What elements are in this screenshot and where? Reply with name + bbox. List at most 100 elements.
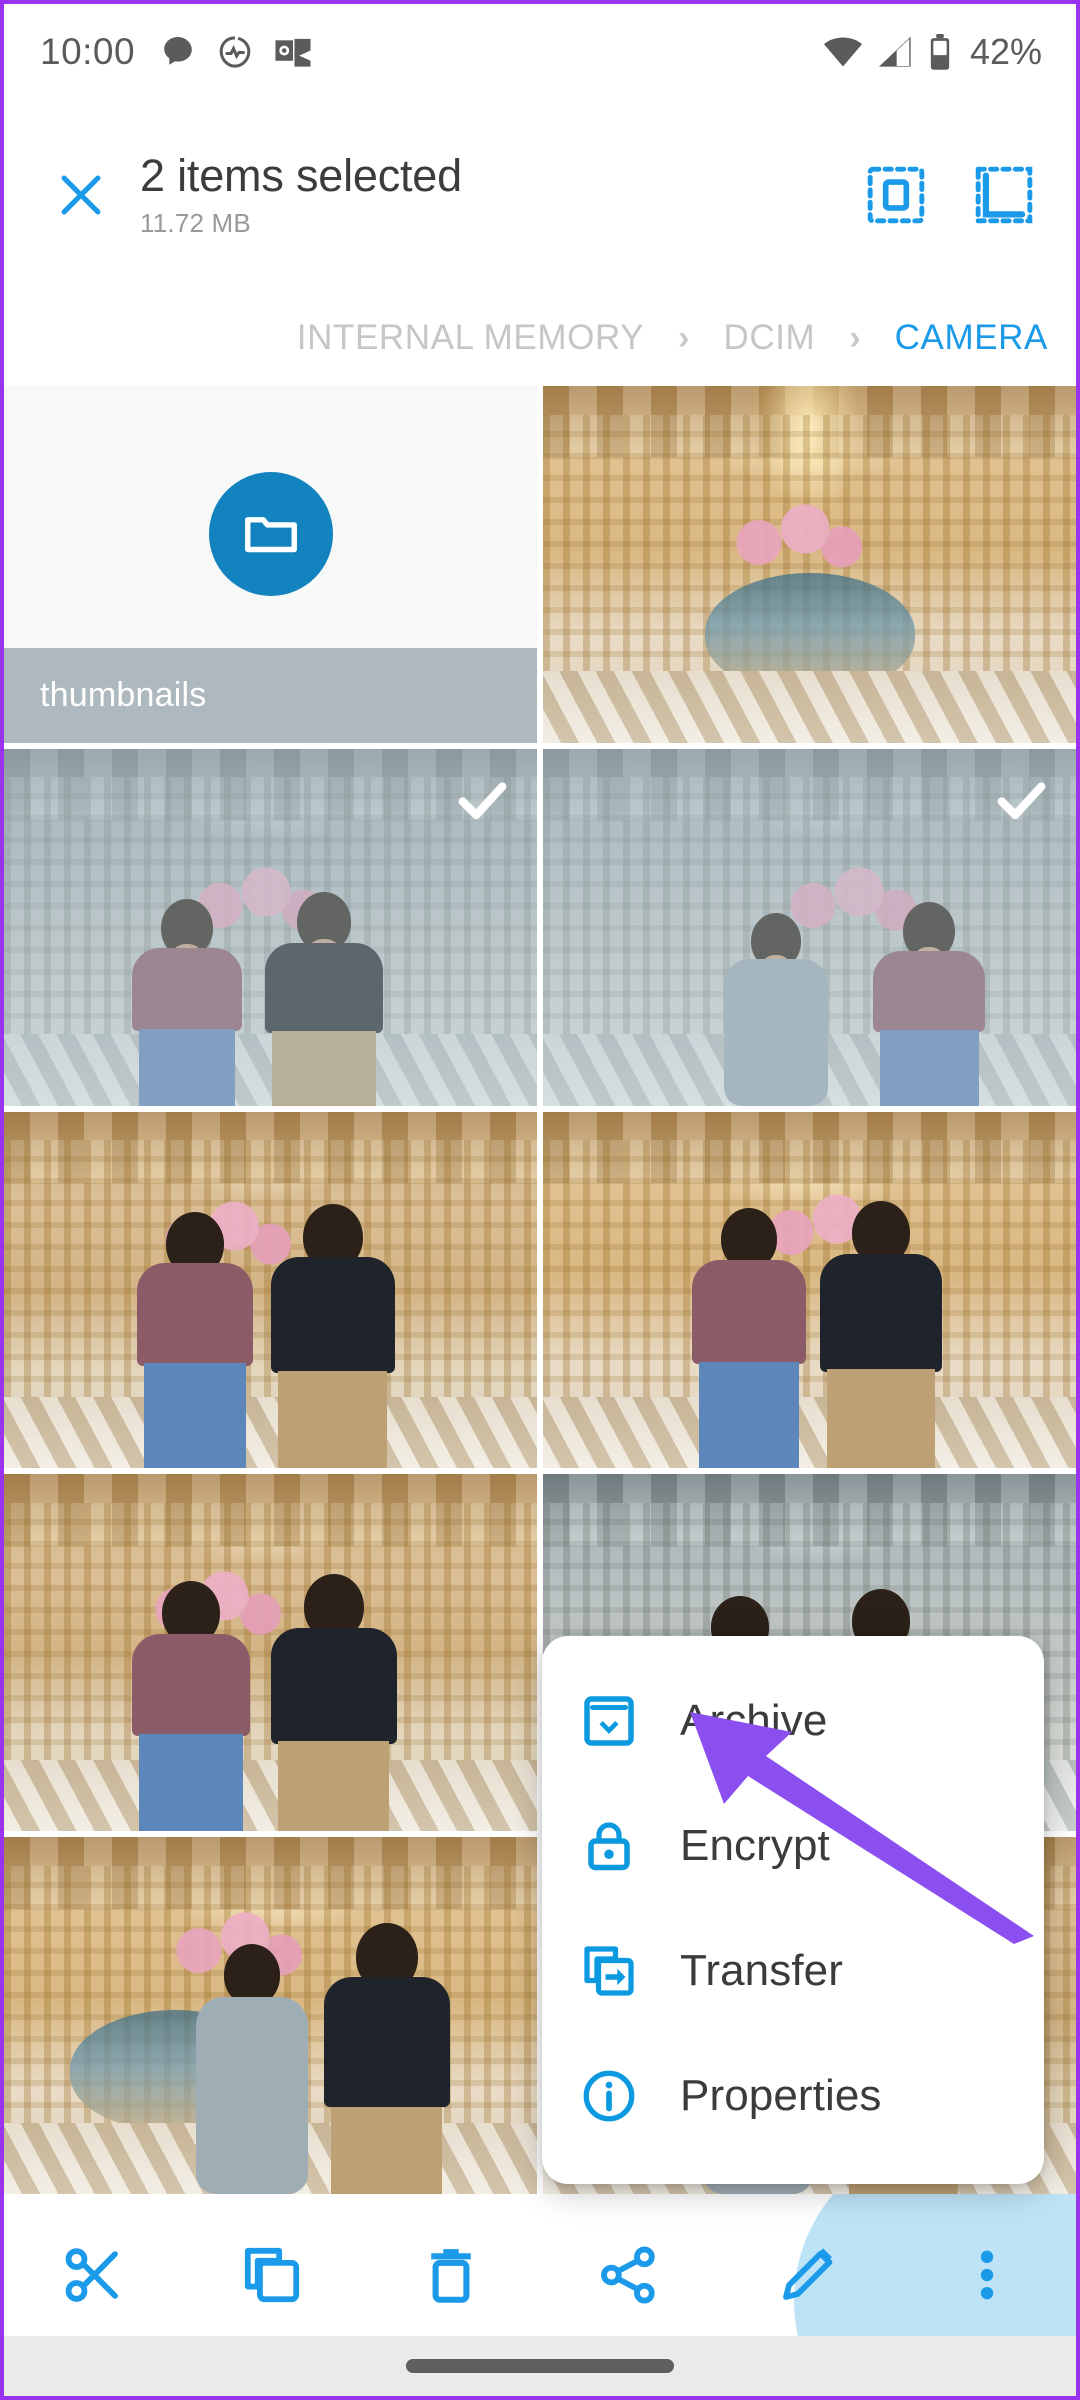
- photo-floor-detail: [543, 671, 1076, 743]
- person-figure: [323, 1922, 450, 2194]
- share-icon: [601, 2246, 656, 2304]
- folder-icon: [244, 517, 297, 553]
- more-vertical-icon: [980, 2250, 993, 2300]
- health-icon: [219, 36, 251, 68]
- delete-button[interactable]: [361, 2194, 540, 2356]
- grid-item-photo-hall-golden[interactable]: [543, 386, 1076, 743]
- archive-download-icon: [578, 1690, 640, 1752]
- person-figure: [270, 1574, 397, 1832]
- selected-check-icon: [458, 782, 507, 819]
- breadcrumb-item-dcim[interactable]: DCIM: [723, 318, 815, 358]
- person-legs: [331, 2107, 443, 2194]
- grid-item-photo-two-men-warm-c[interactable]: [4, 1474, 537, 1832]
- person-figure: [137, 1211, 254, 1469]
- person-figure: [270, 1204, 395, 1469]
- photo-thumbnail: [543, 1111, 1076, 1469]
- deselect-all-icon: [975, 166, 1033, 224]
- gesture-nav-pill[interactable]: [406, 2359, 674, 2373]
- breadcrumb-item-internal-memory[interactable]: INTERNAL MEMORY: [297, 318, 644, 358]
- cellular-signal-icon: [878, 36, 911, 67]
- chat-bubble-icon: [164, 37, 192, 65]
- info-circle-icon: [578, 2065, 640, 2127]
- copy-button[interactable]: [183, 2194, 362, 2356]
- menu-item-label: Archive: [680, 1695, 828, 1745]
- grid-item-photo-couple-warm-1[interactable]: [4, 1837, 537, 2194]
- selection-header: 2 items selected 11.72 MB: [4, 100, 1076, 290]
- cut-button[interactable]: [4, 2194, 183, 2356]
- person-legs: [144, 1363, 247, 1469]
- person-legs: [827, 1369, 935, 1469]
- lock-icon: [578, 1815, 640, 1877]
- phone-screenshot-frame: 10:00 42% 2 items selected 11.72 MB INTE…: [0, 0, 1080, 2400]
- person-torso: [270, 1628, 397, 1744]
- folder-name-label: thumbnails: [40, 675, 207, 714]
- folder-label-bar: thumbnails: [4, 647, 537, 743]
- menu-item-archive[interactable]: Archive: [542, 1658, 1044, 1783]
- close-selection-button[interactable]: [50, 164, 112, 226]
- person-torso: [692, 1260, 807, 1365]
- scissors-icon: [65, 2248, 119, 2302]
- folder-icon-circle: [208, 472, 333, 597]
- rename-button[interactable]: [719, 2194, 898, 2356]
- selected-check-icon: [997, 782, 1046, 819]
- photo-flowers-detail: [724, 493, 865, 584]
- pencil-icon: [783, 2248, 833, 2300]
- breadcrumb-separator-2: ›: [849, 318, 861, 357]
- gesture-nav-bar: [4, 2336, 1076, 2396]
- status-bar: 10:00 42%: [4, 4, 1076, 100]
- close-icon: [61, 175, 101, 215]
- breadcrumb-separator-1: ›: [678, 318, 690, 357]
- outlook-icon: [275, 38, 311, 67]
- menu-item-properties[interactable]: Properties: [542, 2033, 1044, 2158]
- bottom-action-toolbar: [4, 2194, 1076, 2356]
- person-legs: [699, 1361, 800, 1469]
- person-legs: [138, 1733, 243, 1832]
- menu-item-transfer[interactable]: Transfer: [542, 1908, 1044, 2033]
- grid-item-photo-couple-selected-2[interactable]: [543, 748, 1076, 1106]
- selection-header-texts: 2 items selected 11.72 MB: [140, 149, 462, 239]
- battery-percent-label: 42%: [969, 31, 1042, 72]
- person-figure: [131, 1581, 250, 1832]
- person-torso: [137, 1262, 254, 1366]
- context-menu-popup: Archive Encrypt Transfer Properties: [542, 1636, 1044, 2184]
- status-notification-icons: [160, 34, 312, 70]
- more-button[interactable]: [897, 2194, 1076, 2356]
- photo-thumbnail: [4, 1111, 537, 1469]
- menu-item-label: Transfer: [680, 1945, 843, 1995]
- grid-item-photo-two-men-warm-b[interactable]: [543, 1111, 1076, 1469]
- selected-size-label: 11.72 MB: [140, 208, 251, 239]
- photo-floor-detail: [543, 1397, 1076, 1469]
- breadcrumb-item-camera[interactable]: CAMERA: [895, 318, 1048, 358]
- person-torso: [195, 1996, 308, 2194]
- selection-header-actions: [864, 163, 1036, 227]
- person-torso: [131, 1633, 250, 1737]
- copy-icon: [244, 2247, 300, 2303]
- trash-icon: [430, 2249, 471, 2303]
- person-figure: [692, 1207, 807, 1469]
- select-all-button[interactable]: [864, 163, 928, 227]
- selected-count-title: 2 items selected: [140, 149, 462, 201]
- person-torso: [323, 1977, 450, 2108]
- person-legs: [278, 1741, 389, 1832]
- grid-item-photo-two-men-selected-1[interactable]: [4, 748, 537, 1106]
- transfer-copy-icon: [578, 1940, 640, 2002]
- grid-item-photo-two-men-warm-a[interactable]: [4, 1111, 537, 1469]
- wifi-icon: [823, 37, 862, 67]
- person-torso: [270, 1257, 395, 1374]
- person-legs: [277, 1370, 388, 1469]
- photo-thumbnail: [543, 386, 1076, 743]
- menu-item-label: Properties: [680, 2070, 882, 2120]
- share-button[interactable]: [540, 2194, 719, 2356]
- person-figure: [820, 1200, 943, 1469]
- deselect-all-button[interactable]: [972, 163, 1036, 227]
- status-system-icons: 42%: [822, 31, 1042, 73]
- menu-item-encrypt[interactable]: Encrypt: [542, 1783, 1044, 1908]
- breadcrumb: INTERNAL MEMORY › DCIM › CAMERA: [4, 290, 1076, 386]
- person-figure: [195, 1944, 308, 2194]
- photo-thumbnail: [4, 1837, 537, 2194]
- person-torso: [820, 1254, 943, 1373]
- grid-item-folder-thumbnails[interactable]: thumbnails: [4, 386, 537, 743]
- status-clock: 10:00: [40, 31, 136, 72]
- battery-icon: [930, 33, 950, 70]
- photo-thumbnail: [4, 1474, 537, 1832]
